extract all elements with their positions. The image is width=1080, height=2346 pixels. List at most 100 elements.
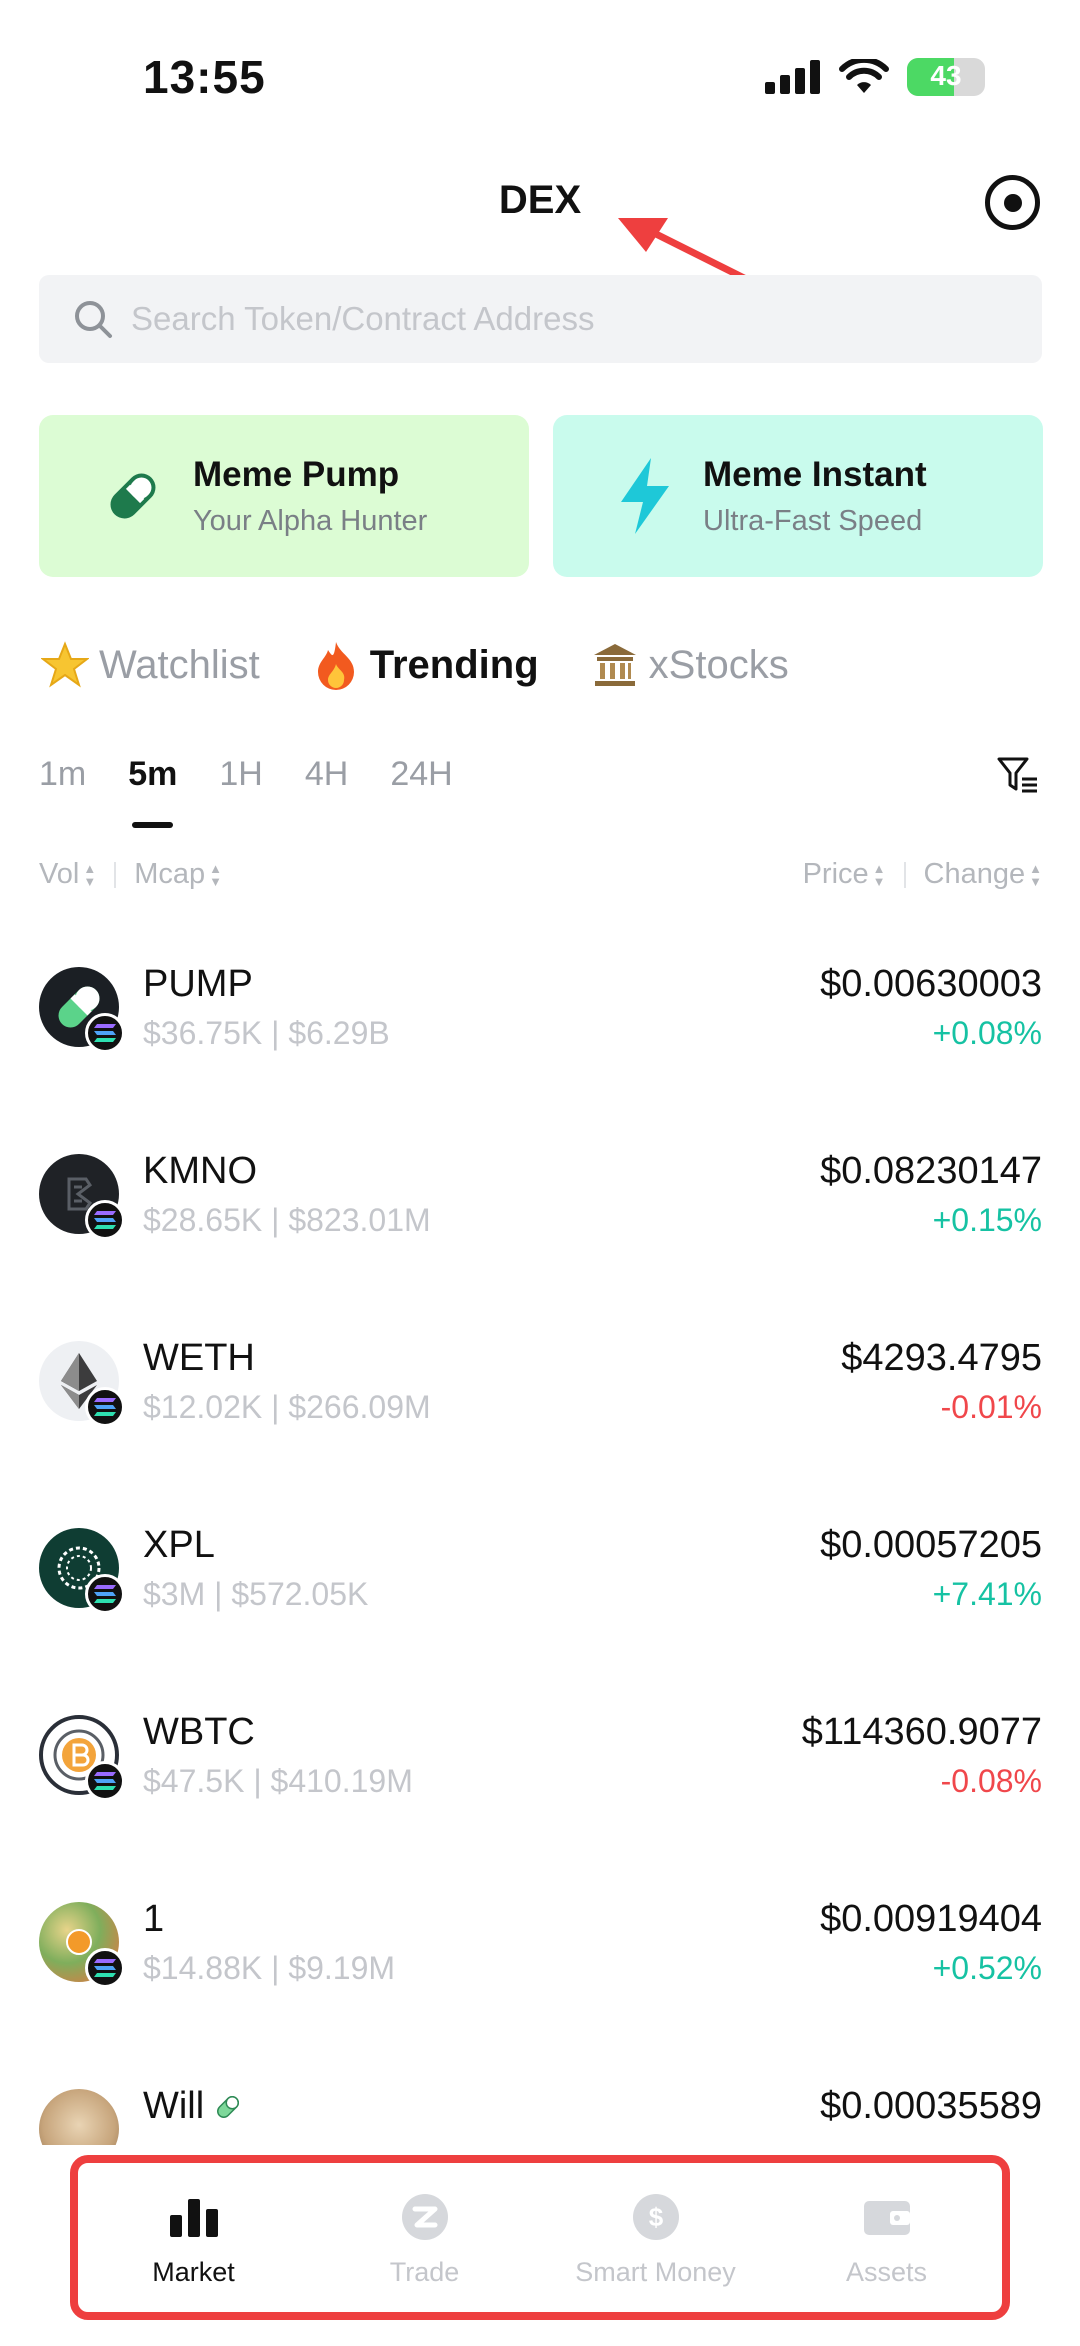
meme-pump-subtitle: Your Alpha Hunter bbox=[193, 504, 428, 537]
battery-icon: 43 bbox=[907, 58, 985, 96]
status-icons: 43 bbox=[765, 58, 985, 96]
token-vol-mcap: $14.88K | $9.19M bbox=[143, 1950, 396, 1986]
will-token-icon bbox=[39, 2089, 119, 2145]
category-tabs: Watchlist Trending xStocks bbox=[39, 640, 839, 690]
sort-price[interactable]: Price ▲ ▼ bbox=[803, 858, 886, 891]
token-vol-mcap: $28.65K | $823.01M bbox=[143, 1202, 431, 1238]
token-change: +0.15% bbox=[932, 1202, 1042, 1238]
token-name: WBTC bbox=[143, 1711, 255, 1753]
token-vol-mcap: $12.02K | $266.09M bbox=[143, 1389, 431, 1425]
sort-vol[interactable]: Vol ▲ ▼ bbox=[39, 858, 96, 891]
token-row[interactable]: KMNO $28.65K | $823.01M $0.08230147 +0.1… bbox=[0, 1132, 1080, 1319]
token-price: $4293.4795 bbox=[841, 1337, 1042, 1379]
nav-assets[interactable]: Assets bbox=[771, 2163, 1002, 2313]
one-token-icon bbox=[39, 1902, 125, 1988]
filter-icon[interactable] bbox=[996, 755, 1040, 800]
time-tab-5m[interactable]: 5m bbox=[128, 755, 177, 828]
tab-watchlist-label: Watchlist bbox=[99, 642, 260, 687]
tab-xstocks[interactable]: xStocks bbox=[589, 641, 789, 689]
time-tab-24h[interactable]: 24H bbox=[390, 755, 452, 794]
token-name: KMNO bbox=[143, 1150, 257, 1192]
token-price: $0.00919404 bbox=[820, 1898, 1042, 1940]
token-price: $0.00630003 bbox=[820, 963, 1042, 1005]
trade-icon bbox=[401, 2189, 449, 2245]
token-price: $114360.9077 bbox=[801, 1711, 1042, 1753]
sort-mcap-label: Mcap bbox=[134, 858, 206, 890]
solana-chain-icon bbox=[85, 1200, 125, 1240]
token-row[interactable]: XPL $3M | $572.05K $0.00057205 +7.41% bbox=[0, 1506, 1080, 1693]
page-title: DEX bbox=[498, 178, 582, 222]
token-price: $0.08230147 bbox=[820, 1150, 1042, 1192]
status-time: 13:55 bbox=[143, 51, 266, 103]
token-row[interactable]: WETH $12.02K | $266.09M $4293.4795 -0.01… bbox=[0, 1319, 1080, 1506]
time-range-tabs: 1m 5m 1H 4H 24H bbox=[39, 755, 495, 828]
nav-trade[interactable]: Trade bbox=[309, 2163, 540, 2313]
time-tab-4h[interactable]: 4H bbox=[305, 755, 348, 794]
time-tab-1m[interactable]: 1m bbox=[39, 755, 86, 794]
meme-instant-card[interactable]: Meme Instant Ultra-Fast Speed bbox=[553, 415, 1043, 577]
token-price: $0.00057205 bbox=[820, 1524, 1042, 1566]
sort-arrows-icon: ▲ ▼ bbox=[1029, 860, 1042, 889]
solana-chain-icon bbox=[85, 1761, 125, 1801]
sort-change[interactable]: Change ▲ ▼ bbox=[924, 858, 1042, 891]
meme-pump-card[interactable]: Meme Pump Your Alpha Hunter bbox=[39, 415, 529, 577]
sort-header-left: Vol ▲ ▼ Mcap ▲ ▼ bbox=[39, 858, 222, 891]
token-name-text: Will bbox=[143, 2085, 205, 2127]
token-row[interactable]: 1 $14.88K | $9.19M $0.00919404 +0.52% bbox=[0, 1880, 1080, 2067]
sort-arrows-icon: ▲ ▼ bbox=[83, 860, 97, 889]
tab-trending[interactable]: Trending bbox=[310, 640, 539, 690]
solana-chain-icon bbox=[85, 1574, 125, 1614]
target-icon[interactable] bbox=[985, 175, 1040, 230]
token-name: WETH bbox=[143, 1337, 255, 1379]
token-row[interactable]: WBTC $47.5K | $410.19M $114360.9077 -0.0… bbox=[0, 1693, 1080, 1880]
token-row[interactable]: PUMP $36.75K | $6.29B $0.00630003 +0.08% bbox=[0, 945, 1080, 1132]
sort-header-right: Price ▲ ▼ Change ▲ ▼ bbox=[803, 858, 1042, 891]
meme-instant-subtitle: Ultra-Fast Speed bbox=[703, 504, 923, 537]
tab-trending-label: Trending bbox=[369, 642, 539, 687]
token-change: -0.08% bbox=[940, 1763, 1042, 1799]
bottom-nav: Market Trade $ Smart Money Assets bbox=[0, 2145, 1080, 2346]
token-name: XPL bbox=[143, 1524, 215, 1566]
sort-mcap[interactable]: Mcap ▲ ▼ bbox=[134, 858, 222, 891]
pump-token-icon bbox=[39, 967, 125, 1053]
nav-market[interactable]: Market bbox=[78, 2163, 309, 2313]
fire-icon bbox=[310, 640, 362, 690]
token-change: +7.41% bbox=[932, 1576, 1042, 1612]
weth-token-icon bbox=[39, 1341, 125, 1427]
lightning-icon bbox=[621, 458, 669, 534]
token-vol-mcap: $3M | $572.05K bbox=[143, 1576, 369, 1612]
sort-change-label: Change bbox=[923, 858, 1026, 890]
search-bar[interactable] bbox=[39, 275, 1042, 363]
dollar-coin-icon: $ bbox=[632, 2189, 680, 2245]
token-vol-mcap: $47.5K | $410.19M bbox=[143, 1763, 413, 1799]
wbtc-token-icon bbox=[39, 1715, 125, 1801]
nav-smart-money[interactable]: $ Smart Money bbox=[540, 2163, 771, 2313]
solana-chain-icon bbox=[85, 1948, 125, 1988]
search-icon bbox=[75, 301, 112, 338]
token-name: PUMP bbox=[143, 963, 253, 1005]
token-change: -0.01% bbox=[940, 1389, 1042, 1425]
tab-watchlist[interactable]: Watchlist bbox=[39, 641, 260, 689]
solana-chain-icon bbox=[85, 1387, 125, 1427]
svg-text:$: $ bbox=[648, 2202, 663, 2232]
star-icon bbox=[39, 641, 91, 689]
search-input[interactable] bbox=[131, 300, 1011, 338]
sort-arrows-icon: ▲ ▼ bbox=[209, 860, 222, 889]
token-list: PUMP $36.75K | $6.29B $0.00630003 +0.08%… bbox=[0, 945, 1080, 2145]
nav-smart-money-label: Smart Money bbox=[575, 2256, 736, 2287]
token-change: +0.52% bbox=[932, 1950, 1042, 1986]
meme-pump-title: Meme Pump bbox=[193, 454, 400, 494]
sort-arrows-icon: ▲ ▼ bbox=[872, 860, 886, 889]
token-vol-mcap: $36.75K | $6.29B bbox=[143, 1015, 390, 1051]
solana-chain-icon bbox=[85, 1013, 125, 1053]
bank-icon bbox=[589, 641, 641, 689]
token-price: $0.00035589 bbox=[820, 2085, 1042, 2127]
battery-level: 43 bbox=[930, 60, 962, 91]
token-row[interactable]: Will $0.00035589 bbox=[0, 2067, 1080, 2145]
time-tab-1h[interactable]: 1H bbox=[219, 755, 262, 794]
nav-trade-label: Trade bbox=[389, 2256, 460, 2287]
token-name: Will bbox=[143, 2085, 242, 2128]
tab-xstocks-label: xStocks bbox=[648, 642, 789, 687]
pill-icon bbox=[217, 2095, 240, 2118]
nav-assets-label: Assets bbox=[845, 2256, 928, 2287]
